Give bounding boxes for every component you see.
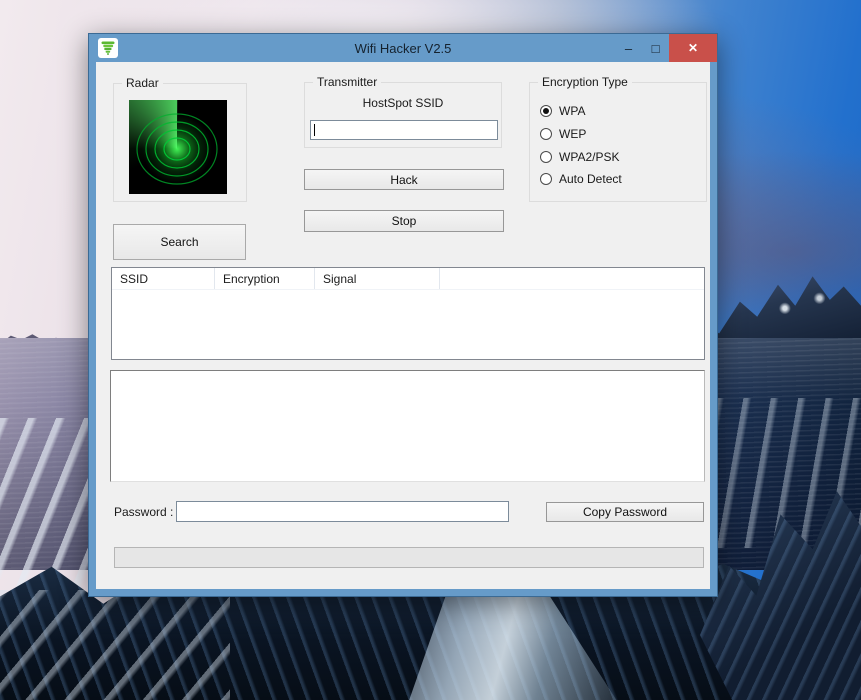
background-foam (0, 590, 230, 700)
text-caret (314, 124, 315, 136)
encryption-group-label: Encryption Type (538, 75, 632, 90)
search-button-label: Search (160, 235, 199, 249)
listview-body[interactable] (112, 290, 704, 359)
radio-circle-icon (540, 128, 552, 140)
encryption-type-groupbox: Encryption Type WPA WEP WPA2/PSK Auto De… (529, 75, 707, 202)
hack-button-label: Hack (390, 172, 418, 187)
radio-wep[interactable]: WEP (540, 127, 586, 141)
minimize-button[interactable]: – (615, 34, 642, 62)
titlebar[interactable]: Wifi Hacker V2.5 – □ ✕ (89, 34, 717, 62)
radio-wpa2psk-label: WPA2/PSK (559, 150, 620, 164)
radar-group-label: Radar (122, 76, 163, 91)
copy-password-button[interactable]: Copy Password (546, 502, 704, 522)
maximize-icon: □ (651, 40, 660, 56)
radio-auto-detect-label: Auto Detect (559, 172, 622, 186)
maximize-button[interactable]: □ (642, 34, 669, 62)
listview-header: SSID Encryption Signal (112, 268, 704, 290)
networks-listview[interactable]: SSID Encryption Signal (111, 267, 705, 360)
radio-auto-detect[interactable]: Auto Detect (540, 172, 622, 186)
radar-display (129, 100, 227, 194)
password-label: Password : (114, 505, 174, 519)
radio-wpa[interactable]: WPA (540, 104, 585, 118)
app-wifi-icon (98, 38, 118, 58)
hack-button[interactable]: Hack (304, 169, 504, 190)
hostspot-ssid-input[interactable] (310, 120, 498, 140)
radio-circle-icon (540, 105, 552, 117)
column-header-ssid[interactable]: SSID (112, 268, 215, 289)
radar-groupbox: Radar (113, 76, 247, 202)
column-header-signal[interactable]: Signal (315, 268, 440, 289)
radio-wpa-label: WPA (559, 104, 586, 118)
output-textbox[interactable] (110, 370, 705, 482)
radio-circle-icon (540, 151, 552, 163)
copy-password-button-label: Copy Password (582, 505, 668, 519)
radio-wpa2psk[interactable]: WPA2/PSK (540, 150, 619, 164)
minimize-icon: – (624, 40, 633, 56)
stop-button-label: Stop (391, 214, 417, 228)
password-input[interactable] (176, 501, 509, 522)
radar-rings (136, 113, 218, 185)
search-button[interactable]: Search (113, 224, 246, 260)
radio-wep-label: WEP (559, 127, 587, 141)
stop-button[interactable]: Stop (304, 210, 504, 232)
background-waves-left (0, 418, 96, 590)
transmitter-group-label: Transmitter (313, 75, 382, 90)
close-icon: ✕ (687, 41, 699, 55)
transmitter-groupbox: Transmitter HostSpot SSID (304, 75, 502, 148)
desktop-background: Wifi Hacker V2.5 – □ ✕ Radar Search Tran… (0, 0, 861, 700)
hostspot-ssid-label: HostSpot SSID (362, 96, 444, 110)
app-window: Wifi Hacker V2.5 – □ ✕ Radar Search Tran… (88, 33, 718, 597)
progress-bar (114, 547, 704, 568)
window-client-area: Radar Search Transmitter HostSpot SSID H… (96, 62, 710, 589)
column-header-filler (440, 268, 704, 289)
column-header-encryption[interactable]: Encryption (215, 268, 315, 289)
close-button[interactable]: ✕ (669, 34, 717, 62)
window-controls: – □ ✕ (615, 34, 717, 62)
radio-circle-icon (540, 173, 552, 185)
